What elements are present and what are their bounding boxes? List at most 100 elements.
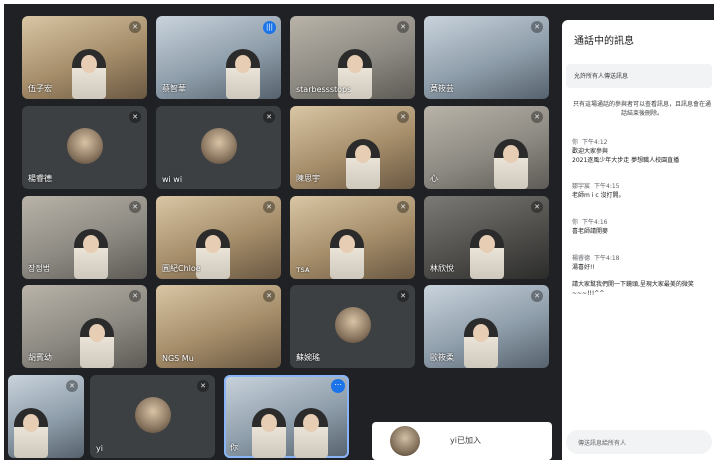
- participant-video: [14, 408, 48, 458]
- participant-tile[interactable]: ✕ 장정법: [22, 196, 147, 279]
- message-text: 老師m i c 沒打開。: [572, 192, 625, 199]
- participant-tile[interactable]: ||| 蔡智華: [156, 16, 281, 99]
- mic-off-icon: ✕: [263, 201, 275, 213]
- message-text: 湯喜好!!: [572, 264, 595, 271]
- participant-name: 歐筱柔: [430, 353, 454, 362]
- participant-video: [72, 49, 106, 99]
- participant-name: 蘇婉瑤: [296, 353, 320, 362]
- mic-off-icon: ✕: [531, 290, 543, 302]
- chat-message: 楊睿德 下午4:18 湯喜好!!: [572, 254, 712, 272]
- mic-off-icon: ✕: [531, 111, 543, 123]
- participant-tile[interactable]: ✕ 圓紀Chloe: [156, 196, 281, 279]
- join-notification: yi已加入: [372, 422, 552, 460]
- join-notification-text: yi已加入: [450, 436, 481, 445]
- mic-off-icon: ✕: [129, 290, 141, 302]
- participant-video: [196, 229, 230, 279]
- participant-name: ᴛsᴀ: [296, 265, 310, 274]
- participant-name: 黃筱芸: [430, 84, 454, 93]
- participant-video: [470, 229, 504, 279]
- participant-tile[interactable]: ✕ wi wi: [156, 106, 281, 189]
- participant-avatar: [334, 306, 371, 343]
- message-time: 下午4:18: [594, 255, 620, 262]
- participant-tile[interactable]: ✕ 楊睿德: [22, 106, 147, 189]
- chat-title: 通話中的訊息: [574, 36, 634, 47]
- chat-input[interactable]: 傳送訊息給所有人: [566, 430, 712, 454]
- message-text: 請大家幫我們開一下鏡頭,呈現大家最美的微笑~~~!!!^^: [572, 281, 694, 297]
- participant-tile[interactable]: ✕ ᴛsᴀ: [290, 196, 415, 279]
- message-meta: 楊睿德 下午4:18: [572, 254, 712, 263]
- chat-panel: 通話中的訊息 允許所有人傳送訊息 只有這場通話的參與者可以查看訊息，且訊息會在通…: [562, 20, 714, 460]
- participant-tile[interactable]: ✕ 林欣悅: [424, 196, 549, 279]
- participant-name: yi: [96, 444, 103, 453]
- participant-video: [346, 139, 380, 189]
- mic-off-icon: ✕: [397, 290, 409, 302]
- mic-off-icon: ✕: [531, 201, 543, 213]
- participant-name: 蔡智華: [162, 84, 186, 93]
- mic-off-icon: ✕: [129, 21, 141, 33]
- participant-video: [330, 229, 364, 279]
- speaking-icon: |||: [263, 21, 276, 34]
- message-time: 下午4:16: [582, 219, 608, 226]
- participant-tile[interactable]: ✕ 黃筱芸: [424, 16, 549, 99]
- participant-tile[interactable]: ✕ 伍子宏: [22, 16, 147, 99]
- more-options-icon[interactable]: ⋯: [331, 379, 345, 393]
- participant-name: 圓紀Chloe: [162, 264, 201, 273]
- message-sender: 你: [572, 219, 579, 226]
- chat-message: 你下午4:16 喜老師請開麥: [572, 218, 712, 236]
- mic-off-icon: ✕: [129, 111, 141, 123]
- chat-message: 你下午4:12 歡迎大家參與 2021逐風少年大步走 夢想職人校園直播: [572, 138, 712, 165]
- message-sender: 楊睿德: [572, 255, 591, 262]
- participant-avatar: [390, 426, 420, 456]
- participant-video: [80, 318, 114, 368]
- message-sender: 你: [572, 139, 579, 146]
- participant-tile[interactable]: ✕: [8, 375, 84, 458]
- participant-name: 陳思宇: [296, 174, 320, 183]
- participant-avatar: [134, 396, 171, 433]
- mic-off-icon: ✕: [397, 201, 409, 213]
- message-meta: 你下午4:12: [572, 138, 712, 147]
- message-sender: 鄒宇宸: [572, 183, 591, 190]
- participant-name: 林欣悅: [430, 264, 454, 273]
- participant-video: [252, 408, 286, 458]
- participant-tile[interactable]: ✕ yi: [90, 375, 215, 458]
- participant-tile[interactable]: ✕ 陳思宇: [290, 106, 415, 189]
- participant-avatar: [66, 127, 103, 164]
- participant-name: NGS Mu: [162, 354, 194, 363]
- participant-video: [74, 229, 108, 279]
- mic-off-icon: ✕: [66, 380, 78, 392]
- participant-tile[interactable]: ✕ 胡賓幼: [22, 285, 147, 368]
- mic-off-icon: ✕: [129, 201, 141, 213]
- chat-info-text: 只有這場通話的參與者可以查看訊息，且訊息會在通話結束後刪除。: [572, 101, 711, 117]
- message-meta: 鄒宇宸 下午4:15: [572, 182, 712, 191]
- participant-name: 장정법: [28, 264, 51, 273]
- participant-tile[interactable]: ✕ starbessstops: [290, 16, 415, 99]
- participant-tile[interactable]: ✕ 心: [424, 106, 549, 189]
- message-time: 下午4:15: [594, 183, 620, 190]
- self-video-tile[interactable]: ⋯ 你: [224, 375, 349, 458]
- chat-message: 鄒宇宸 下午4:15 老師m i c 沒打開。: [572, 182, 712, 200]
- message-time: 下午4:12: [582, 139, 608, 146]
- mic-off-icon: ✕: [531, 21, 543, 33]
- message-meta: 你下午4:16: [572, 218, 712, 227]
- allow-messages-label: 允許所有人傳送訊息: [574, 73, 629, 80]
- mic-off-icon: ✕: [263, 290, 275, 302]
- participant-name: 心: [430, 174, 438, 183]
- message-text: 2021逐風少年大步走 夢想職人校園直播: [572, 157, 680, 164]
- chat-input-placeholder: 傳送訊息給所有人: [578, 440, 627, 447]
- participant-avatar: [200, 127, 237, 164]
- allow-messages-toggle[interactable]: 允許所有人傳送訊息: [566, 64, 712, 88]
- message-text: 喜老師請開麥: [572, 228, 609, 235]
- participant-video: [464, 318, 498, 368]
- message-text: 歡迎大家參與: [572, 148, 609, 155]
- participant-tile[interactable]: ✕ 蘇婉瑤: [290, 285, 415, 368]
- participant-tile[interactable]: ✕ 歐筱柔: [424, 285, 549, 368]
- participant-name: wi wi: [162, 175, 183, 184]
- chat-message: 請大家幫我們開一下鏡頭,呈現大家最美的微笑~~~!!!^^: [572, 280, 712, 298]
- participant-video: [494, 139, 528, 189]
- participant-tile[interactable]: ✕ NGS Mu: [156, 285, 281, 368]
- meeting-window: ✕ 伍子宏 ||| 蔡智華 ✕ starbessstops ✕ 黃筱芸 ✕ 楊睿…: [4, 4, 714, 460]
- participant-name: 楊睿德: [28, 174, 52, 183]
- participant-name: 胡賓幼: [28, 353, 52, 362]
- mic-off-icon: ✕: [397, 21, 409, 33]
- participant-name: 你: [230, 443, 238, 452]
